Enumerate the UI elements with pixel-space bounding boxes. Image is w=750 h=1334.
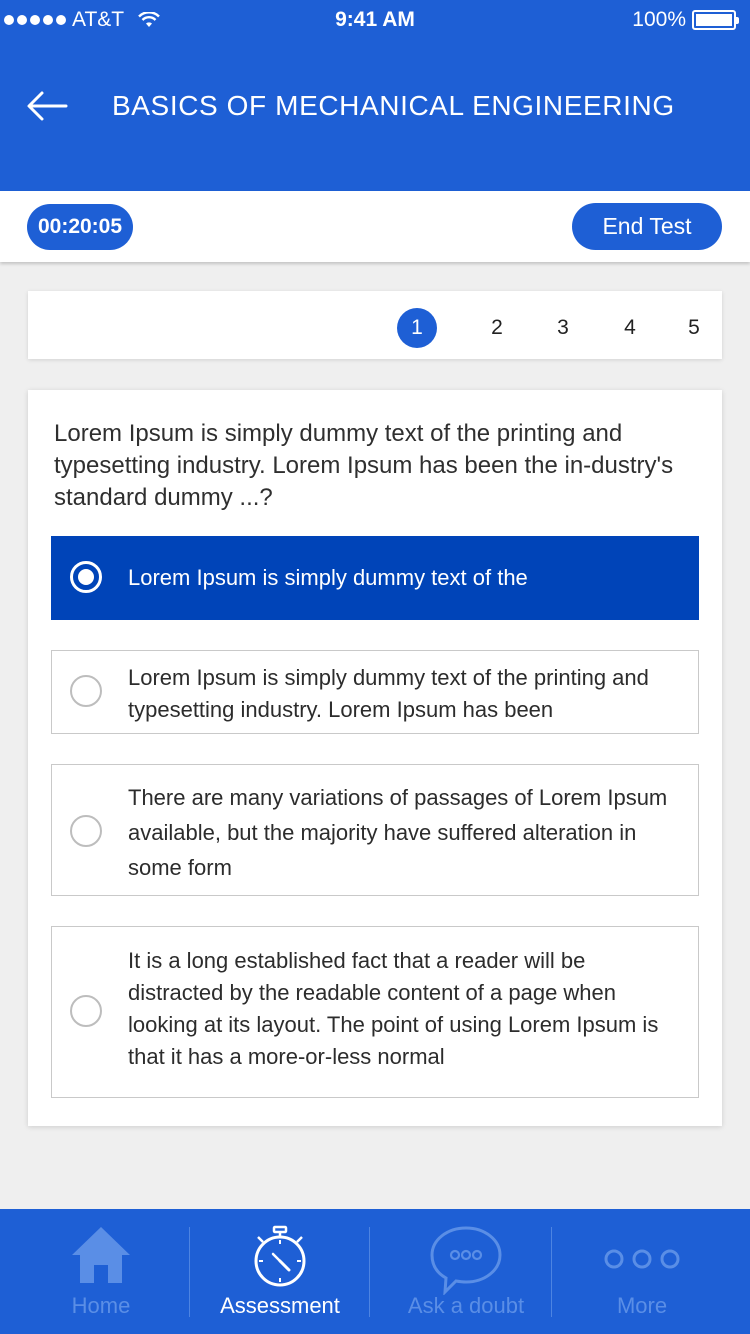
stopwatch-icon	[254, 1225, 306, 1287]
question-text: Lorem Ipsum is simply dummy text of the …	[54, 420, 674, 511]
nav-more-label: More	[616, 1293, 668, 1318]
battery-percent: 100%	[632, 8, 686, 31]
answer-option-text: Lorem Ipsum is simply dummy text of the …	[128, 665, 649, 722]
answer-option-4[interactable]: It is a long established fact that a rea…	[51, 926, 699, 1098]
nav-home-label: Home	[71, 1293, 131, 1318]
answer-option-3[interactable]: There are many variations of passages of…	[51, 764, 699, 896]
question-pagination: 1 2 3 4 5	[28, 291, 722, 359]
answer-option-1[interactable]: Lorem Ipsum is simply dummy text of the	[51, 536, 699, 620]
nav-assessment[interactable]: Assessment	[200, 1209, 360, 1334]
page-4-button[interactable]: 4	[610, 308, 650, 348]
countdown-timer: 00:20:05	[27, 204, 133, 250]
home-icon	[72, 1227, 130, 1283]
nav-divider	[189, 1227, 190, 1317]
test-toolbar: 00:20:05 End Test	[0, 191, 750, 262]
bottom-navigation: Home Assessment Ask a doubt More	[0, 1209, 750, 1334]
nav-home[interactable]: Home	[40, 1209, 162, 1334]
answer-option-text: It is a long established fact that a rea…	[128, 948, 659, 1069]
question-card: Lorem Ipsum is simply dummy text of the …	[28, 390, 722, 1126]
page-2-button[interactable]: 2	[477, 308, 517, 348]
radio-unselected-icon[interactable]	[70, 815, 102, 847]
page-5-button[interactable]: 5	[674, 308, 714, 348]
battery-icon	[692, 10, 739, 30]
radio-selected-icon[interactable]	[70, 561, 102, 593]
page-title: BASICS OF MECHANICAL ENGINEERING	[112, 90, 675, 121]
answer-option-text: There are many variations of passages of…	[128, 785, 668, 880]
nav-assessment-label: Assessment	[220, 1293, 340, 1318]
nav-ask-doubt[interactable]: Ask a doubt	[384, 1209, 548, 1334]
nav-more[interactable]: More	[580, 1209, 704, 1334]
radio-unselected-icon[interactable]	[70, 995, 102, 1027]
end-test-button[interactable]: End Test	[572, 203, 722, 250]
app-header: AT&T 9:41 AM 100% BASICS OF MECHANICAL E…	[0, 0, 750, 191]
nav-divider	[369, 1227, 370, 1317]
radio-unselected-icon[interactable]	[70, 675, 102, 707]
back-arrow-icon[interactable]	[24, 86, 70, 126]
nav-ask-doubt-label: Ask a doubt	[407, 1293, 525, 1318]
status-bar: AT&T 9:41 AM 100%	[0, 0, 750, 40]
answer-option-2[interactable]: Lorem Ipsum is simply dummy text of the …	[51, 650, 699, 734]
page-3-button[interactable]: 3	[543, 308, 583, 348]
answer-option-text: Lorem Ipsum is simply dummy text of the	[128, 565, 528, 590]
battery-status: 100%	[632, 8, 739, 32]
more-dots-icon	[604, 1249, 680, 1269]
chat-bubble-icon	[430, 1226, 502, 1295]
page-1-button[interactable]: 1	[397, 308, 437, 348]
nav-divider	[551, 1227, 552, 1317]
